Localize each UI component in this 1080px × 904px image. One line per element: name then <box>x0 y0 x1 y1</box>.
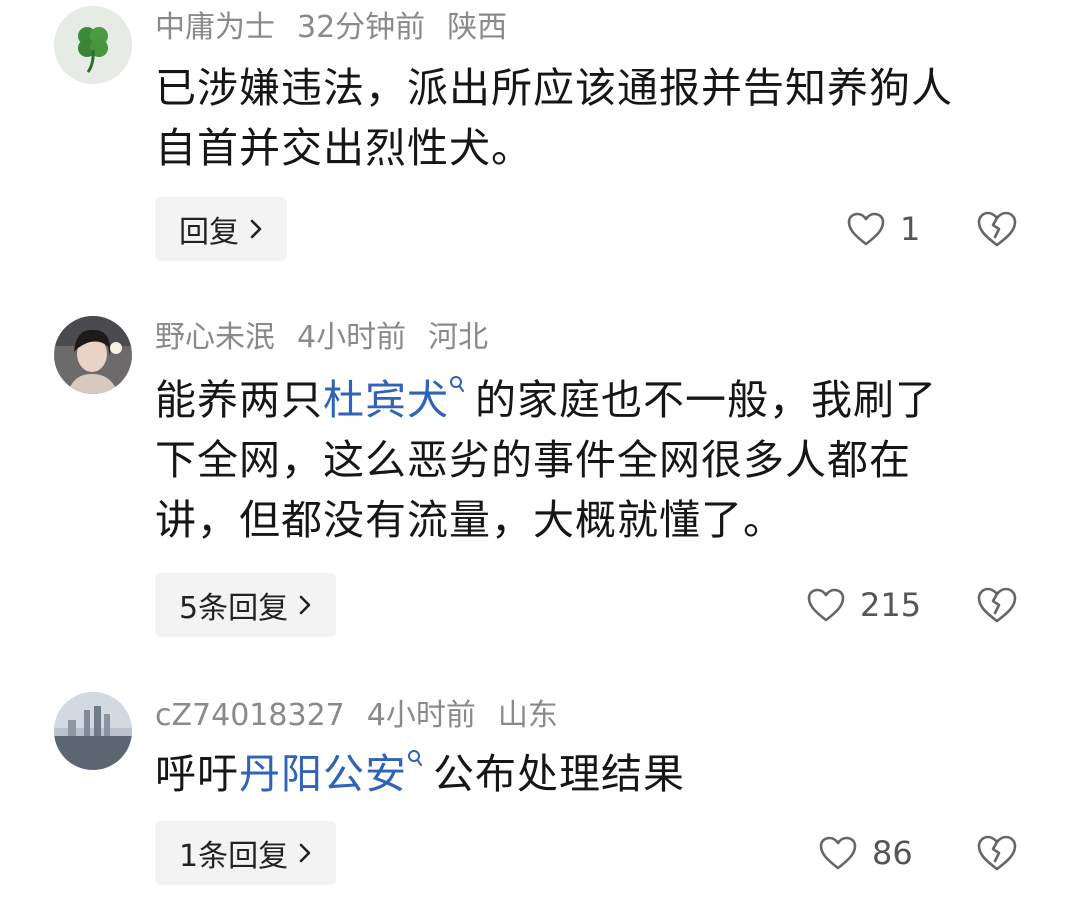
chevron-right-icon <box>250 219 262 239</box>
username[interactable]: 中庸为士 <box>155 10 275 45</box>
chevron-right-icon <box>299 843 311 863</box>
search-icon <box>450 376 464 392</box>
reply-button[interactable]: 1条回复 <box>155 821 337 885</box>
comment-text-line: 自首并交出烈性犬。 <box>155 124 533 172</box>
broken-heart-icon[interactable] <box>976 210 1018 248</box>
chevron-right-icon <box>299 595 311 615</box>
text-segment: 能养两只 <box>155 376 323 424</box>
comment-text-line: 已涉嫌违法，派出所应该通报并告知养狗人 <box>155 64 953 112</box>
keyword-link[interactable]: 杜宾犬 <box>323 376 449 424</box>
comment-meta: cZ74018327 4小时前 山东 <box>155 696 580 736</box>
comment-text: 能养两只杜宾犬 的家庭也不一般，我刷了 下全网，这么恶劣的事件全网很多人都在 讲，… <box>155 370 1015 550</box>
location: 山东 <box>497 698 558 733</box>
location: 河北 <box>428 320 489 355</box>
comment-text: 呼吁丹阳公安 公布处理结果 <box>155 744 1015 804</box>
avatar[interactable] <box>54 316 132 394</box>
like-button[interactable]: 215 <box>806 586 921 624</box>
reply-button[interactable]: 回复 <box>155 197 287 261</box>
broken-heart-icon[interactable] <box>976 586 1018 624</box>
clover-icon <box>54 6 132 84</box>
comment-text-line: 呼吁丹阳公安 公布处理结果 <box>155 744 1015 804</box>
broken-heart-icon[interactable] <box>976 834 1018 872</box>
heart-icon <box>819 836 857 870</box>
avatar[interactable] <box>54 6 132 84</box>
text-segment: 呼吁 <box>155 750 239 798</box>
username[interactable]: cZ74018327 <box>155 698 345 733</box>
text-segment: 的家庭也不一般，我刷了 <box>475 376 937 424</box>
like-button[interactable]: 1 <box>846 210 920 248</box>
location: 陕西 <box>447 10 508 45</box>
person-photo-icon <box>54 316 132 394</box>
timestamp: 4小时前 <box>366 698 476 733</box>
reply-label: 1条回复 <box>179 839 289 874</box>
reply-label: 5条回复 <box>179 591 289 626</box>
text-segment: 公布处理结果 <box>433 750 685 798</box>
heart-icon <box>807 588 845 622</box>
avatar[interactable] <box>54 692 132 770</box>
reply-button[interactable]: 5条回复 <box>155 573 337 637</box>
comment-meta: 中庸为士 32分钟前 陕西 <box>155 8 529 48</box>
keyword-link[interactable]: 丹阳公安 <box>239 750 407 798</box>
search-icon <box>408 750 422 766</box>
comment-text-line: 下全网，这么恶劣的事件全网很多人都在 <box>155 436 911 484</box>
heart-icon <box>847 212 885 246</box>
like-count: 215 <box>860 586 922 624</box>
like-button[interactable]: 86 <box>818 834 913 872</box>
comment-text: 已涉嫌违法，派出所应该通报并告知养狗人 自首并交出烈性犬。 <box>155 58 1015 178</box>
comment-text-line: 讲，但都没有流量，大概就懂了。 <box>155 496 785 544</box>
comment-meta: 野心未泯 4小时前 河北 <box>155 318 510 358</box>
comment-text-line: 能养两只杜宾犬 的家庭也不一般，我刷了 <box>155 370 1015 430</box>
like-count: 86 <box>872 834 913 872</box>
reply-label: 回复 <box>179 215 239 250</box>
cityscape-icon <box>54 692 132 770</box>
username[interactable]: 野心未泯 <box>155 320 275 355</box>
like-count: 1 <box>900 210 921 248</box>
timestamp: 4小时前 <box>297 320 407 355</box>
timestamp: 32分钟前 <box>297 10 426 45</box>
